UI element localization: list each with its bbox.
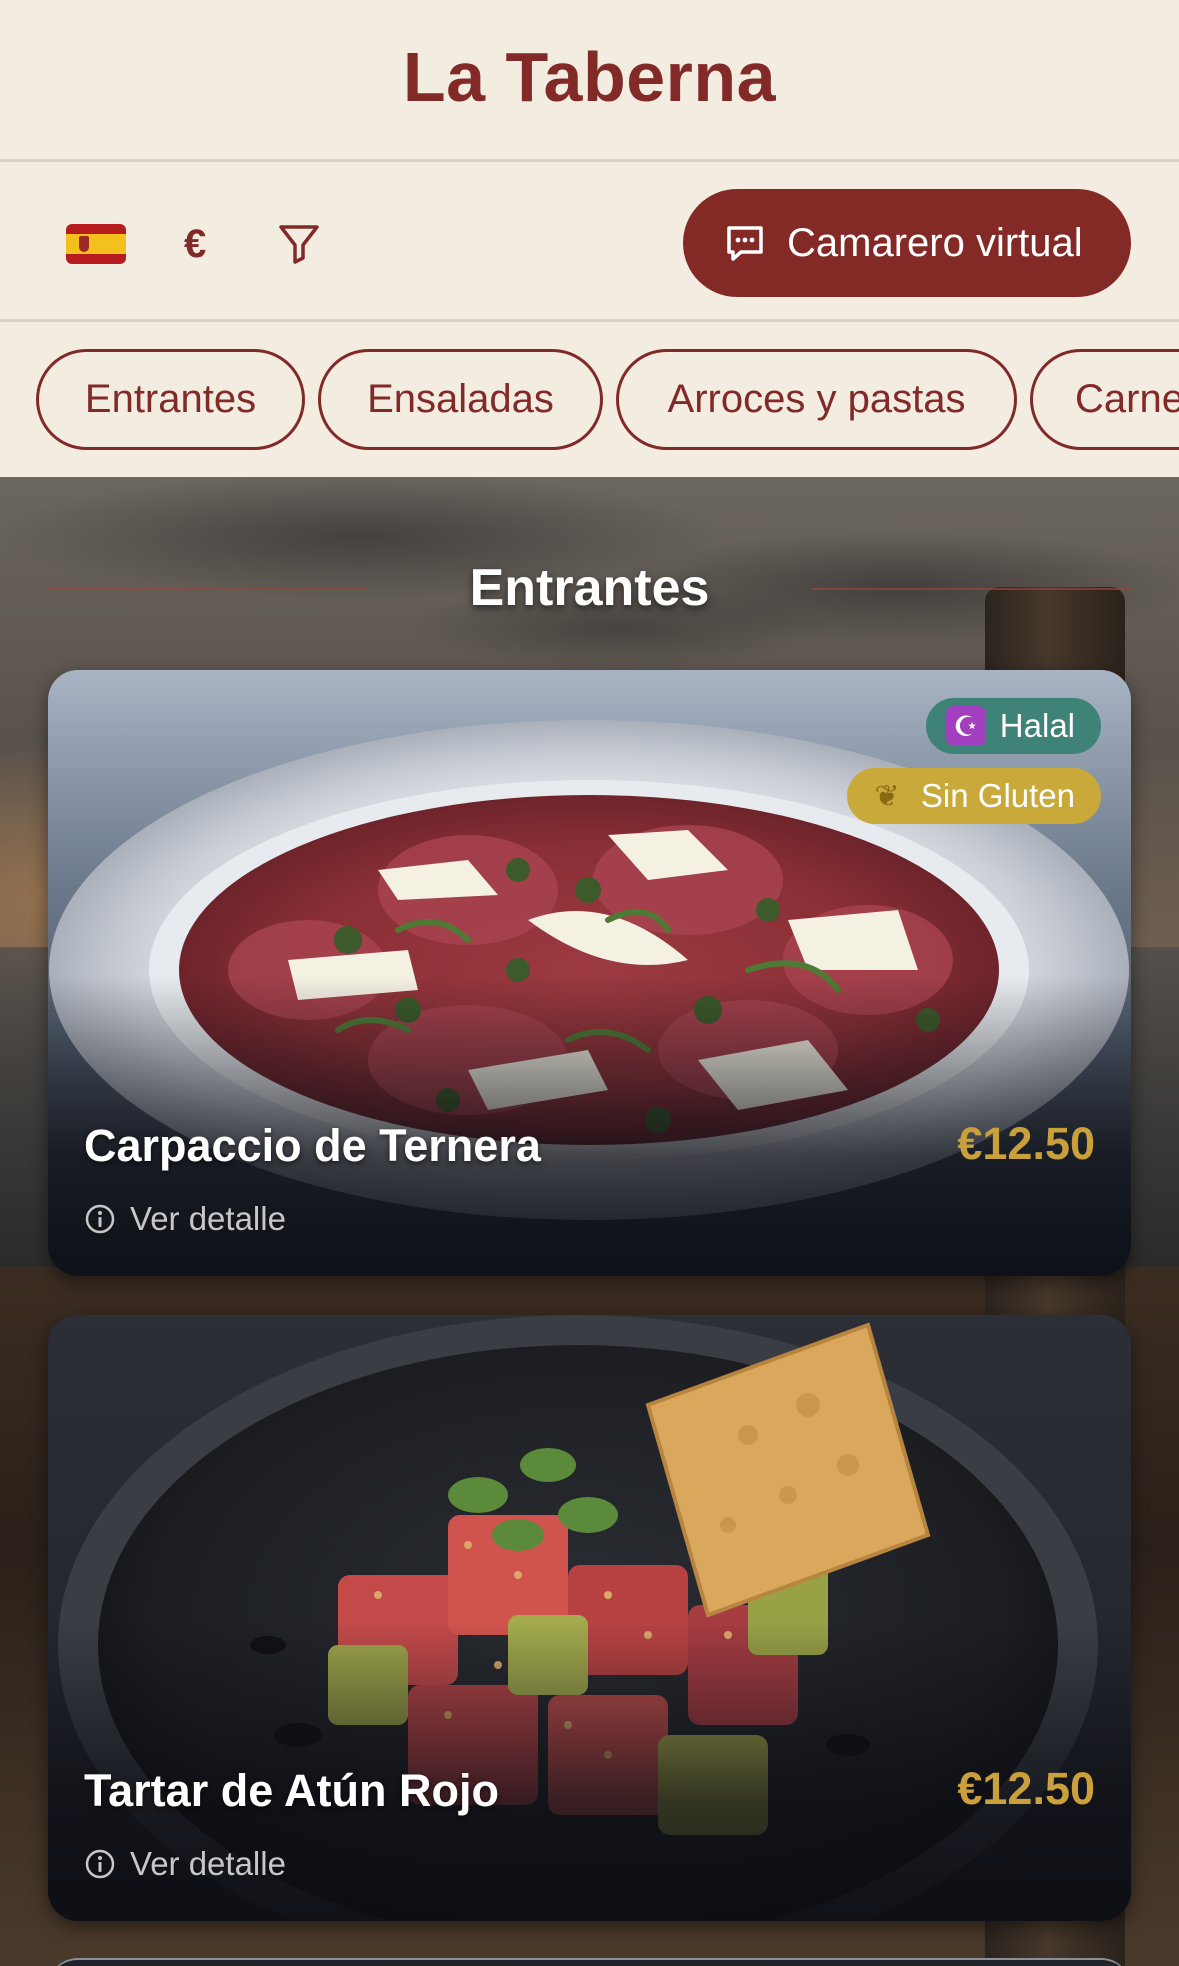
wheat-icon: ❦ xyxy=(874,779,900,813)
toolbar: € Camarero virtual xyxy=(0,165,1179,322)
chat-bubble-icon xyxy=(727,226,763,261)
section-title: Entrantes xyxy=(469,559,710,617)
category-tab-arroces-y-pastas[interactable]: Arroces y pastas xyxy=(616,349,1017,450)
dish-price: €12.50 xyxy=(957,1763,1095,1814)
gluten-free-badge-label: Sin Gluten xyxy=(920,777,1075,814)
section-header: Entrantes xyxy=(48,548,1131,628)
category-tab-ensaladas[interactable]: Ensaladas xyxy=(318,349,603,450)
gluten-free-badge: ❦ Sin Gluten xyxy=(846,768,1101,824)
info-icon xyxy=(85,1204,115,1234)
flag-crest xyxy=(79,236,89,252)
view-detail-label: Ver detalle xyxy=(130,1845,286,1882)
virtual-waiter-button[interactable]: Camarero virtual xyxy=(683,189,1131,297)
info-icon xyxy=(85,1849,115,1879)
category-tab-carne[interactable]: Carne xyxy=(1030,349,1179,450)
category-tab-entrantes[interactable]: Entrantes xyxy=(36,349,305,450)
funnel-icon[interactable] xyxy=(276,220,322,266)
halal-badge-label: Halal xyxy=(999,707,1075,744)
menu-page: La Taberna € Camarero virtual Entrantes … xyxy=(0,0,1179,1966)
currency-selector[interactable]: € xyxy=(184,216,206,272)
virtual-waiter-label: Camarero virtual xyxy=(787,220,1083,265)
dish-price: €12.50 xyxy=(957,1118,1095,1169)
view-detail-link[interactable]: Ver detalle xyxy=(84,1845,286,1883)
restaurant-title: La Taberna xyxy=(402,37,777,116)
app-header: La Taberna xyxy=(0,0,1179,162)
view-detail-link[interactable]: Ver detalle xyxy=(84,1200,286,1238)
dish-card[interactable]: ☪ Halal ❦ Sin Gluten Carpaccio de Terner… xyxy=(48,670,1131,1276)
dish-card[interactable]: Tartar de Atún Rojo €12.50 Ver detalle xyxy=(48,1315,1131,1921)
dish-name: Carpaccio de Ternera xyxy=(84,1120,541,1171)
view-detail-label: Ver detalle xyxy=(130,1200,286,1237)
category-tabs: Entrantes Ensaladas Arroces y pastas Car… xyxy=(0,325,1179,477)
spain-flag-icon[interactable] xyxy=(66,224,126,264)
next-dish-card-peek xyxy=(48,1958,1131,1966)
halal-badge: ☪ Halal xyxy=(925,698,1101,754)
crescent-star-icon: ☪ xyxy=(945,706,986,746)
dish-name: Tartar de Atún Rojo xyxy=(84,1765,499,1816)
